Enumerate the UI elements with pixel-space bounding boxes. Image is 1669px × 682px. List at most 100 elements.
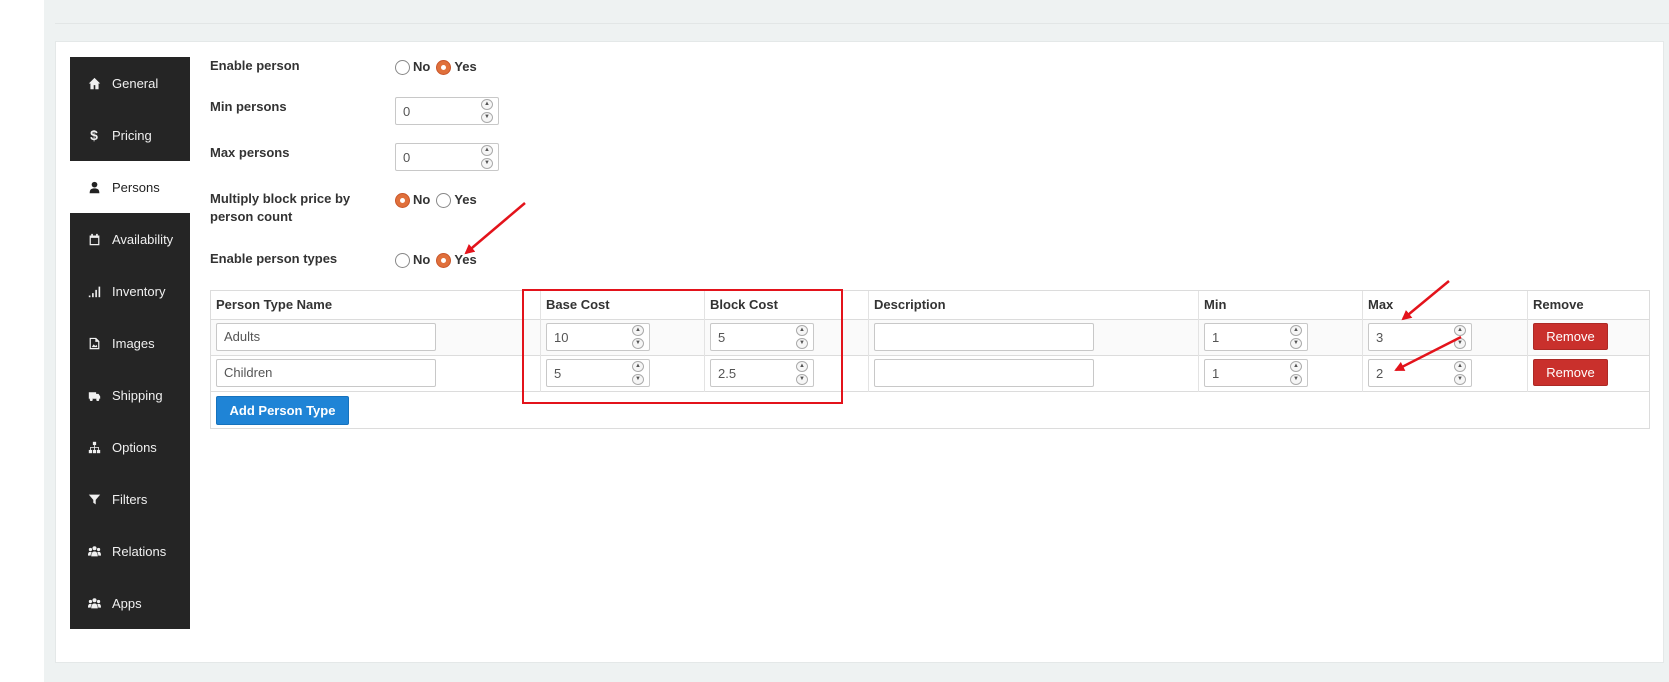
filter-icon	[86, 491, 102, 507]
spin-up-icon[interactable]: ▲	[796, 325, 808, 336]
spin-up-icon[interactable]: ▲	[481, 145, 493, 156]
enable-person-yes-radio[interactable]	[436, 60, 452, 75]
spin-buttons[interactable]: ▲ ▼	[481, 145, 495, 169]
person-types-table: Person Type Name Base Cost Block Cost De…	[210, 290, 1650, 429]
min-persons-label: Min persons	[210, 99, 287, 114]
spin-up-icon[interactable]: ▲	[1454, 361, 1466, 372]
sidebar-item-images[interactable]: Images	[70, 317, 190, 369]
spin-up-icon[interactable]: ▲	[632, 361, 644, 372]
spin-down-icon[interactable]: ▼	[1290, 338, 1302, 349]
spin-buttons[interactable]: ▲ ▼	[1454, 325, 1468, 349]
sidebar-item-general[interactable]: General	[70, 57, 190, 109]
sidebar-item-options[interactable]: Options	[70, 421, 190, 473]
base-cost-stepper[interactable]: 5 ▲ ▼	[546, 359, 650, 387]
enable-types-yes-radio[interactable]	[436, 253, 452, 268]
spin-up-icon[interactable]: ▲	[1454, 325, 1466, 336]
header-block-cost: Block Cost	[710, 297, 778, 312]
spin-buttons[interactable]: ▲ ▼	[1290, 361, 1304, 385]
sidebar-item-label: Filters	[112, 491, 148, 507]
person-type-name-input[interactable]: Children	[216, 359, 436, 387]
stepper-value: 0	[403, 103, 411, 119]
enable-types-no-radio[interactable]	[395, 253, 410, 268]
sidebar-item-label: Images	[112, 335, 155, 351]
image-file-icon	[86, 335, 102, 351]
multiply-yes-radio[interactable]	[436, 193, 452, 208]
spin-up-icon[interactable]: ▲	[481, 99, 493, 110]
spin-buttons[interactable]: ▲ ▼	[1290, 325, 1304, 349]
users-icon	[86, 543, 102, 559]
user-icon	[86, 179, 102, 195]
header-description: Description	[874, 297, 946, 312]
spin-up-icon[interactable]: ▲	[1290, 361, 1302, 372]
multiply-radio-group: No Yes	[395, 190, 483, 208]
spin-down-icon[interactable]: ▼	[632, 338, 644, 349]
sidebar-nav: General $ Pricing Persons Availability I…	[70, 57, 190, 629]
sidebar-item-label: Relations	[112, 543, 167, 559]
stepper-value: 5	[554, 365, 562, 381]
min-stepper[interactable]: 1 ▲ ▼	[1204, 323, 1308, 351]
radio-label: Yes	[454, 191, 477, 207]
spin-down-icon[interactable]: ▼	[481, 112, 493, 123]
min-persons-stepper[interactable]: 0 ▲ ▼	[395, 97, 499, 125]
remove-button[interactable]: Remove	[1533, 323, 1608, 350]
block-cost-stepper[interactable]: 2.5 ▲ ▼	[710, 359, 814, 387]
sitemap-icon	[86, 439, 102, 455]
truck-icon	[86, 387, 102, 403]
multiply-no-radio[interactable]	[395, 193, 410, 208]
sidebar-item-relations[interactable]: Relations	[70, 525, 190, 577]
spin-down-icon[interactable]: ▼	[632, 374, 644, 385]
sidebar-item-pricing[interactable]: $ Pricing	[70, 109, 190, 161]
spin-buttons[interactable]: ▲ ▼	[1454, 361, 1468, 385]
description-input[interactable]	[874, 359, 1094, 387]
top-strip	[55, 0, 1669, 24]
sidebar-item-shipping[interactable]: Shipping	[70, 369, 190, 421]
header-base-cost: Base Cost	[546, 297, 610, 312]
spin-buttons[interactable]: ▲ ▼	[796, 325, 810, 349]
spin-up-icon[interactable]: ▲	[632, 325, 644, 336]
enable-person-label: Enable person	[210, 58, 300, 73]
stepper-value: 10	[554, 329, 569, 345]
min-stepper[interactable]: 1 ▲ ▼	[1204, 359, 1308, 387]
spin-buttons[interactable]: ▲ ▼	[632, 325, 646, 349]
max-persons-label: Max persons	[210, 145, 290, 160]
spin-down-icon[interactable]: ▼	[796, 374, 808, 385]
block-cost-stepper[interactable]: 5 ▲ ▼	[710, 323, 814, 351]
add-person-type-button[interactable]: Add Person Type	[216, 396, 349, 425]
header-person-type-name: Person Type Name	[216, 297, 333, 312]
max-stepper[interactable]: 2 ▲ ▼	[1368, 359, 1472, 387]
person-type-name-input[interactable]: Adults	[216, 323, 436, 351]
sidebar-item-inventory[interactable]: Inventory	[70, 265, 190, 317]
spin-down-icon[interactable]: ▼	[1454, 374, 1466, 385]
spin-down-icon[interactable]: ▼	[796, 338, 808, 349]
stepper-value: 5	[718, 329, 726, 345]
enable-person-no-radio[interactable]	[395, 60, 410, 75]
remove-button[interactable]: Remove	[1533, 359, 1608, 386]
spin-down-icon[interactable]: ▼	[1290, 374, 1302, 385]
spin-down-icon[interactable]: ▼	[481, 158, 493, 169]
enable-person-types-label: Enable person types	[210, 251, 338, 266]
spin-up-icon[interactable]: ▲	[1290, 325, 1302, 336]
header-max: Max	[1368, 297, 1394, 312]
description-input[interactable]	[874, 323, 1094, 351]
stepper-value: 1	[1212, 329, 1220, 345]
sidebar-item-availability[interactable]: Availability	[70, 213, 190, 265]
sidebar-item-apps[interactable]: Apps	[70, 577, 190, 629]
row-divider	[211, 319, 1649, 320]
sidebar-item-filters[interactable]: Filters	[70, 473, 190, 525]
spin-buttons[interactable]: ▲ ▼	[632, 361, 646, 385]
base-cost-stepper[interactable]: 10 ▲ ▼	[546, 323, 650, 351]
users-icon	[86, 595, 102, 611]
spin-up-icon[interactable]: ▲	[796, 361, 808, 372]
sidebar-item-label: Apps	[112, 595, 142, 611]
spin-buttons[interactable]: ▲ ▼	[796, 361, 810, 385]
radio-label: No	[413, 251, 431, 267]
spin-buttons[interactable]: ▲ ▼	[481, 99, 495, 123]
sidebar-item-label: Shipping	[112, 387, 163, 403]
header-min: Min	[1204, 297, 1227, 312]
header-remove: Remove	[1533, 297, 1584, 312]
max-persons-stepper[interactable]: 0 ▲ ▼	[395, 143, 499, 171]
spin-down-icon[interactable]: ▼	[1454, 338, 1466, 349]
multiply-label-line2: person count	[210, 209, 293, 224]
max-stepper[interactable]: 3 ▲ ▼	[1368, 323, 1472, 351]
sidebar-item-persons[interactable]: Persons	[70, 161, 190, 213]
